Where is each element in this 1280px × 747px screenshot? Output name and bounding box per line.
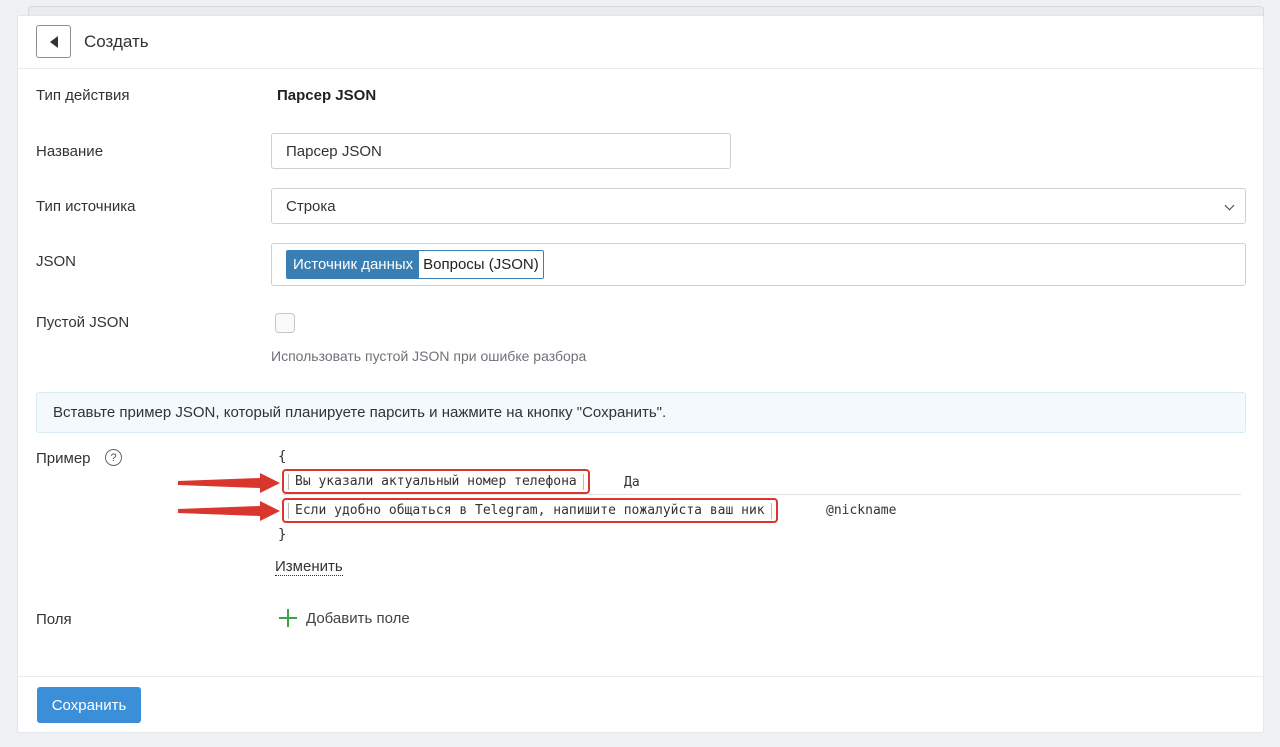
source-type-value: Строка [286,197,336,215]
empty-json-hint: Использовать пустой JSON при ошибке разб… [271,348,587,364]
action-type-label: Тип действия [36,87,130,104]
source-type-select[interactable]: Строка [271,188,1246,224]
example-row-value: Да [624,475,640,490]
red-arrow-icon [178,473,280,493]
add-field-label: Добавить поле [306,609,410,627]
info-alert: Вставьте пример JSON, который планируете… [36,392,1246,433]
chevron-down-icon [1224,200,1235,211]
json-tag-source: Источник данных [287,251,420,278]
name-input[interactable]: Парсер JSON [271,133,731,169]
info-alert-text: Вставьте пример JSON, который планируете… [53,404,667,421]
action-type-value: Парсер JSON [277,87,377,104]
example-row-key: Если удобно общаться в Telegram, напишит… [288,502,772,519]
example-row-key-highlight: Вы указали актуальный номер телефона [282,469,590,494]
source-type-label: Тип источника [36,198,136,215]
json-close-brace: } [278,527,287,543]
empty-json-checkbox[interactable] [275,313,295,333]
example-row-divider [283,494,1241,495]
fields-label: Поля [36,611,72,628]
footer-divider [18,676,1263,677]
back-arrow-icon [49,35,58,48]
form-panel: Создать Тип действия Парсер JSON Названи… [17,15,1264,733]
edit-example-link[interactable]: Изменить [275,559,343,576]
empty-json-label: Пустой JSON [36,314,130,331]
add-field-button[interactable]: Добавить поле [278,608,410,628]
json-tag-value: Вопросы (JSON) [419,251,543,278]
panel-header: Создать [18,16,1263,69]
red-arrow-icon [178,501,280,521]
json-label: JSON [36,253,77,270]
plus-icon [278,608,298,628]
back-button[interactable] [36,25,71,58]
example-row-value: @nickname [826,503,897,518]
example-label: Пример [36,450,91,467]
save-button[interactable]: Сохранить [37,687,141,723]
page-title: Создать [84,32,149,51]
help-icon[interactable]: ? [105,449,122,466]
json-open-brace: { [278,449,287,465]
json-input[interactable]: Источник данных Вопросы (JSON) [271,243,1246,286]
example-row-key-highlight: Если удобно общаться в Telegram, напишит… [282,498,778,523]
name-label: Название [36,143,104,160]
example-row-key: Вы указали актуальный номер телефона [288,473,584,490]
json-source-tag[interactable]: Источник данных Вопросы (JSON) [286,250,544,279]
name-input-value: Парсер JSON [286,142,382,160]
